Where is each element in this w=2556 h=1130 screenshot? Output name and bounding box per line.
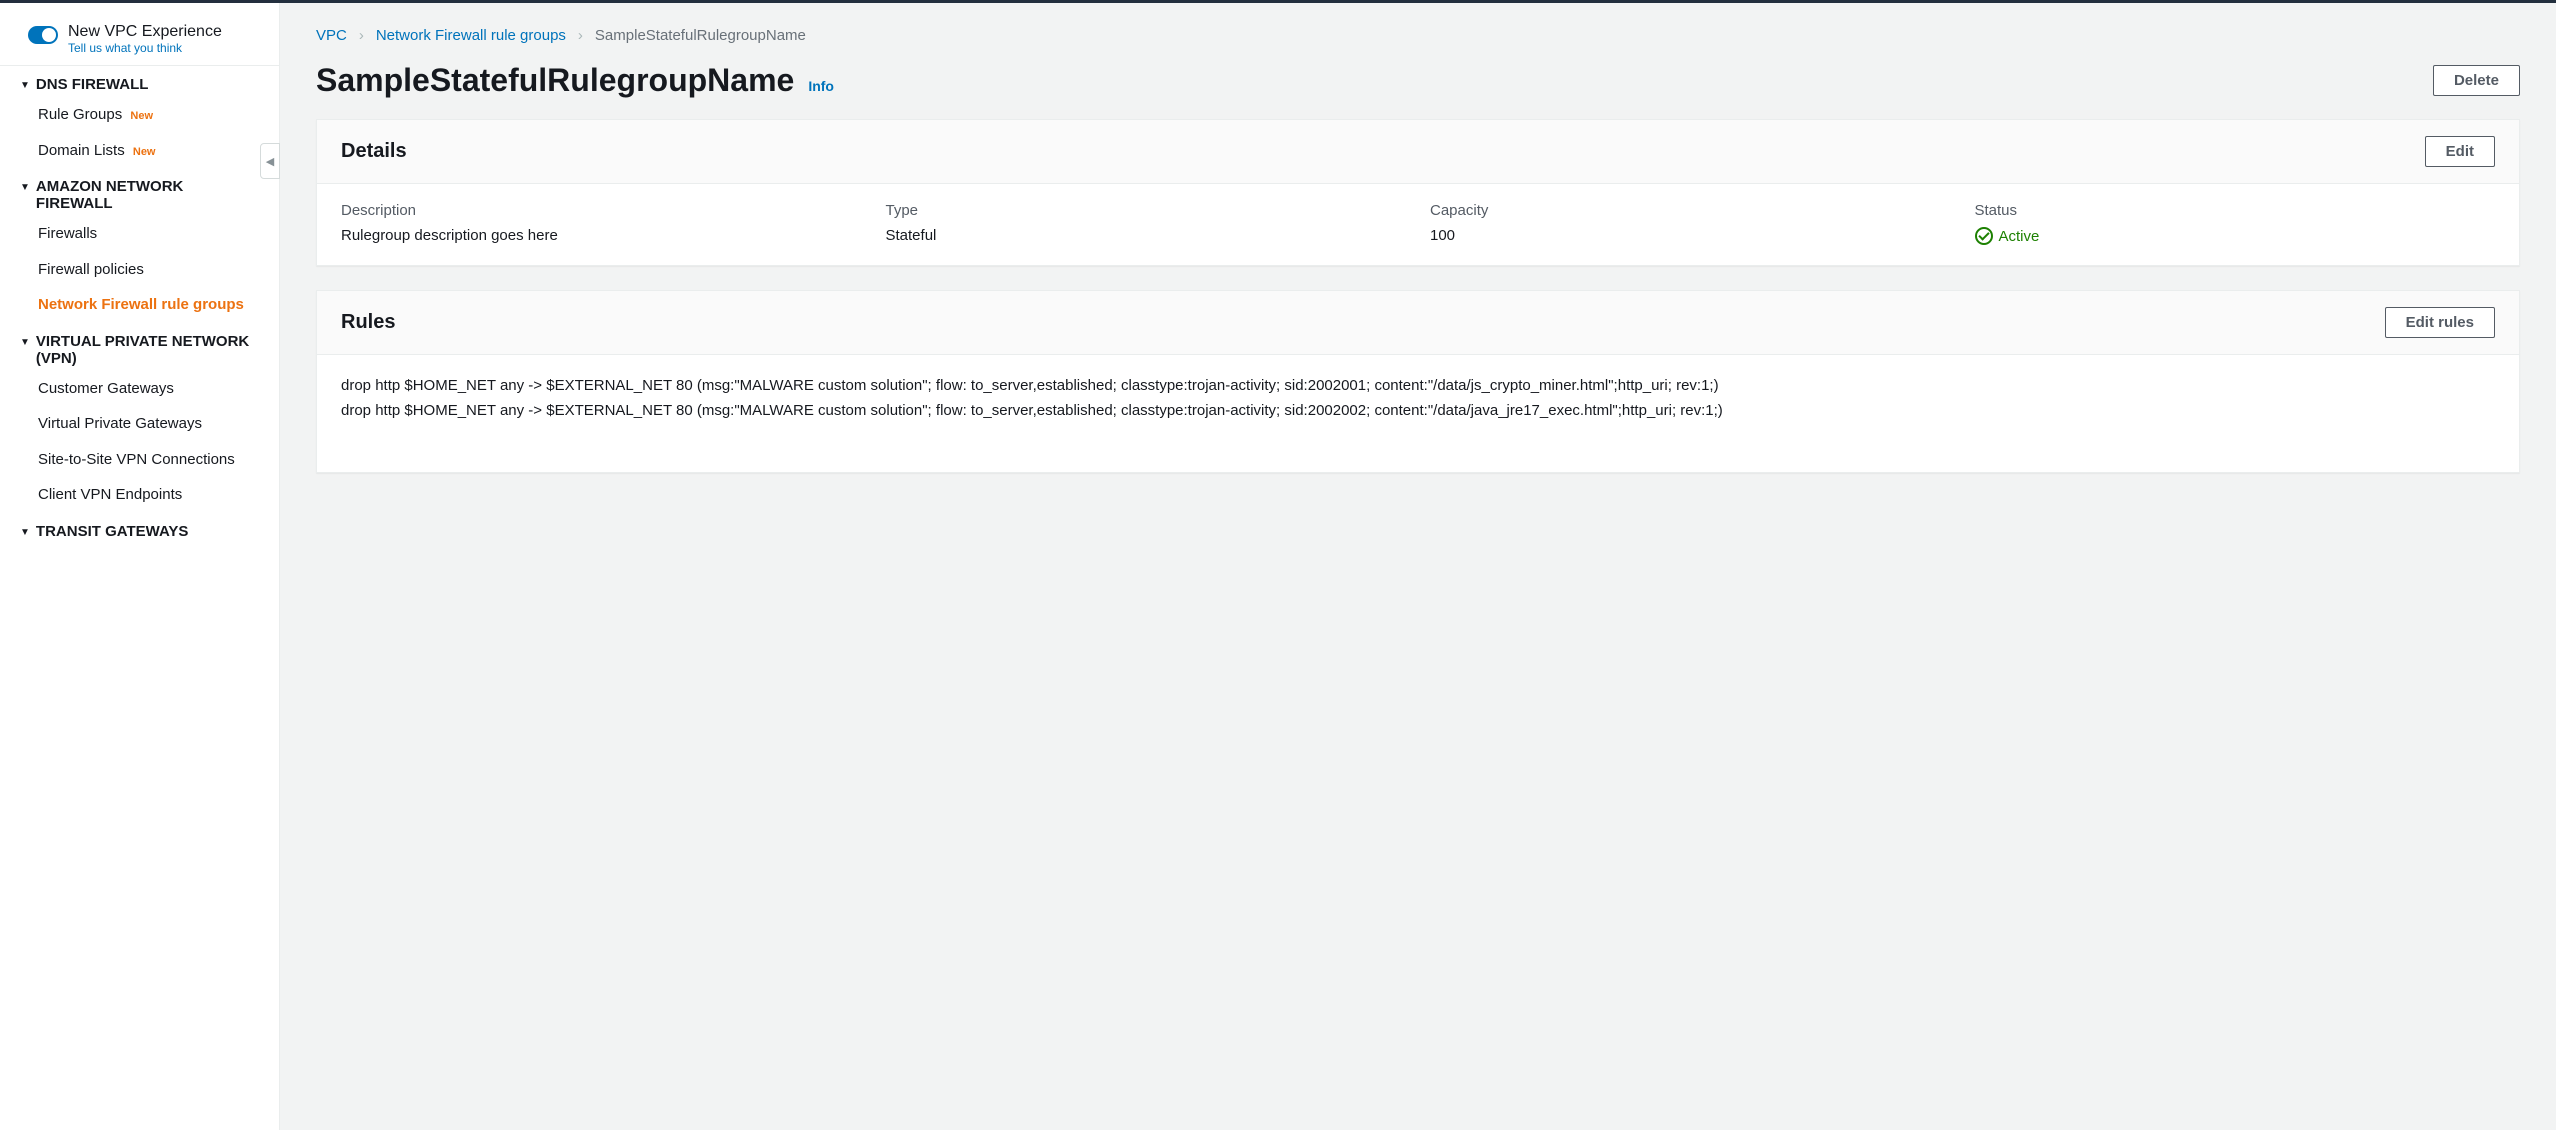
nav-item-label: Domain Lists (38, 142, 125, 159)
edit-rules-button[interactable]: Edit rules (2385, 307, 2495, 338)
check-circle-icon (1975, 227, 1993, 245)
sidebar-collapse-handle[interactable]: ◀ (260, 143, 280, 179)
detail-label: Status (1975, 202, 2496, 219)
chevron-right-icon: › (359, 27, 364, 44)
nav-section-dns-firewall[interactable]: ▼ DNS FIREWALL (0, 66, 279, 97)
nav-item-client-vpn-endpoints[interactable]: Client VPN Endpoints (0, 477, 279, 513)
nav-item-virtual-private-gateways[interactable]: Virtual Private Gateways (0, 406, 279, 442)
breadcrumb: VPC › Network Firewall rule groups › Sam… (316, 27, 2520, 44)
edit-details-button[interactable]: Edit (2425, 136, 2495, 167)
page-title: SampleStatefulRulegroupName (316, 62, 794, 99)
detail-value: Stateful (886, 225, 1407, 246)
rules-panel-header: Rules Edit rules (317, 291, 2519, 355)
detail-value: 100 (1430, 225, 1951, 246)
nav-item-site-to-site-vpn[interactable]: Site-to-Site VPN Connections (0, 442, 279, 478)
vpc-experience-feedback-link[interactable]: Tell us what you think (68, 41, 222, 55)
status-text: Active (1999, 226, 2040, 247)
main-content: VPC › Network Firewall rule groups › Sam… (280, 3, 2556, 1130)
nav-section-title: AMAZON NETWORK FIREWALL (36, 178, 259, 212)
status-badge: Active (1975, 226, 2040, 247)
sidebar: New VPC Experience Tell us what you thin… (0, 3, 280, 1130)
detail-status: Status Active (1975, 202, 2496, 247)
breadcrumb-rule-groups[interactable]: Network Firewall rule groups (376, 27, 566, 44)
page-header: SampleStatefulRulegroupName Info Delete (316, 62, 2520, 99)
detail-description: Description Rulegroup description goes h… (341, 202, 862, 247)
delete-button[interactable]: Delete (2433, 65, 2520, 96)
chevron-right-icon: › (578, 27, 583, 44)
nav-item-firewalls[interactable]: Firewalls (0, 216, 279, 252)
caret-down-icon: ▼ (20, 80, 30, 91)
details-panel: Details Edit Description Rulegroup descr… (316, 119, 2520, 266)
nav-item-network-firewall-rule-groups[interactable]: Network Firewall rule groups (0, 287, 279, 323)
nav-item-domain-lists[interactable]: Domain Lists New (0, 133, 279, 169)
nav-item-label: Customer Gateways (38, 380, 174, 397)
caret-down-icon: ▼ (20, 182, 30, 193)
details-title: Details (341, 140, 407, 163)
nav-item-label: Firewalls (38, 225, 97, 242)
details-panel-header: Details Edit (317, 120, 2519, 184)
nav-section-title: VIRTUAL PRIVATE NETWORK (VPN) (36, 333, 259, 367)
nav-section-network-firewall[interactable]: ▼ AMAZON NETWORK FIREWALL (0, 168, 279, 216)
detail-label: Type (886, 202, 1407, 219)
detail-value: Rulegroup description goes here (341, 225, 862, 246)
vpc-experience-toggle[interactable] (28, 26, 58, 44)
rules-title: Rules (341, 311, 395, 334)
breadcrumb-current: SampleStatefulRulegroupName (595, 27, 806, 44)
info-link[interactable]: Info (808, 78, 834, 94)
nav-section-vpn[interactable]: ▼ VIRTUAL PRIVATE NETWORK (VPN) (0, 323, 279, 371)
new-badge: New (130, 110, 153, 122)
vpc-experience-banner: New VPC Experience Tell us what you thin… (0, 15, 279, 66)
chevron-left-icon: ◀ (266, 155, 274, 168)
detail-label: Description (341, 202, 862, 219)
nav-item-customer-gateways[interactable]: Customer Gateways (0, 371, 279, 407)
nav-section-title: TRANSIT GATEWAYS (36, 523, 189, 540)
nav-section-title: DNS FIREWALL (36, 76, 149, 93)
caret-down-icon: ▼ (20, 337, 30, 348)
detail-capacity: Capacity 100 (1430, 202, 1951, 247)
nav-item-label: Client VPN Endpoints (38, 486, 182, 503)
detail-type: Type Stateful (886, 202, 1407, 247)
new-badge: New (133, 146, 156, 158)
nav-item-label: Virtual Private Gateways (38, 415, 202, 432)
nav-item-label: Site-to-Site VPN Connections (38, 451, 235, 468)
nav-item-firewall-policies[interactable]: Firewall policies (0, 252, 279, 288)
nav-item-rule-groups[interactable]: Rule Groups New (0, 97, 279, 133)
nav-item-label: Firewall policies (38, 261, 144, 278)
nav-section-transit-gateways[interactable]: ▼ TRANSIT GATEWAYS (0, 513, 279, 544)
detail-label: Capacity (1430, 202, 1951, 219)
rules-panel: Rules Edit rules drop http $HOME_NET any… (316, 290, 2520, 473)
rules-content: drop http $HOME_NET any -> $EXTERNAL_NET… (341, 373, 2495, 454)
vpc-experience-title: New VPC Experience (68, 23, 222, 41)
nav-item-label: Rule Groups (38, 106, 122, 123)
breadcrumb-vpc[interactable]: VPC (316, 27, 347, 44)
nav-item-label: Network Firewall rule groups (38, 296, 244, 313)
caret-down-icon: ▼ (20, 527, 30, 538)
